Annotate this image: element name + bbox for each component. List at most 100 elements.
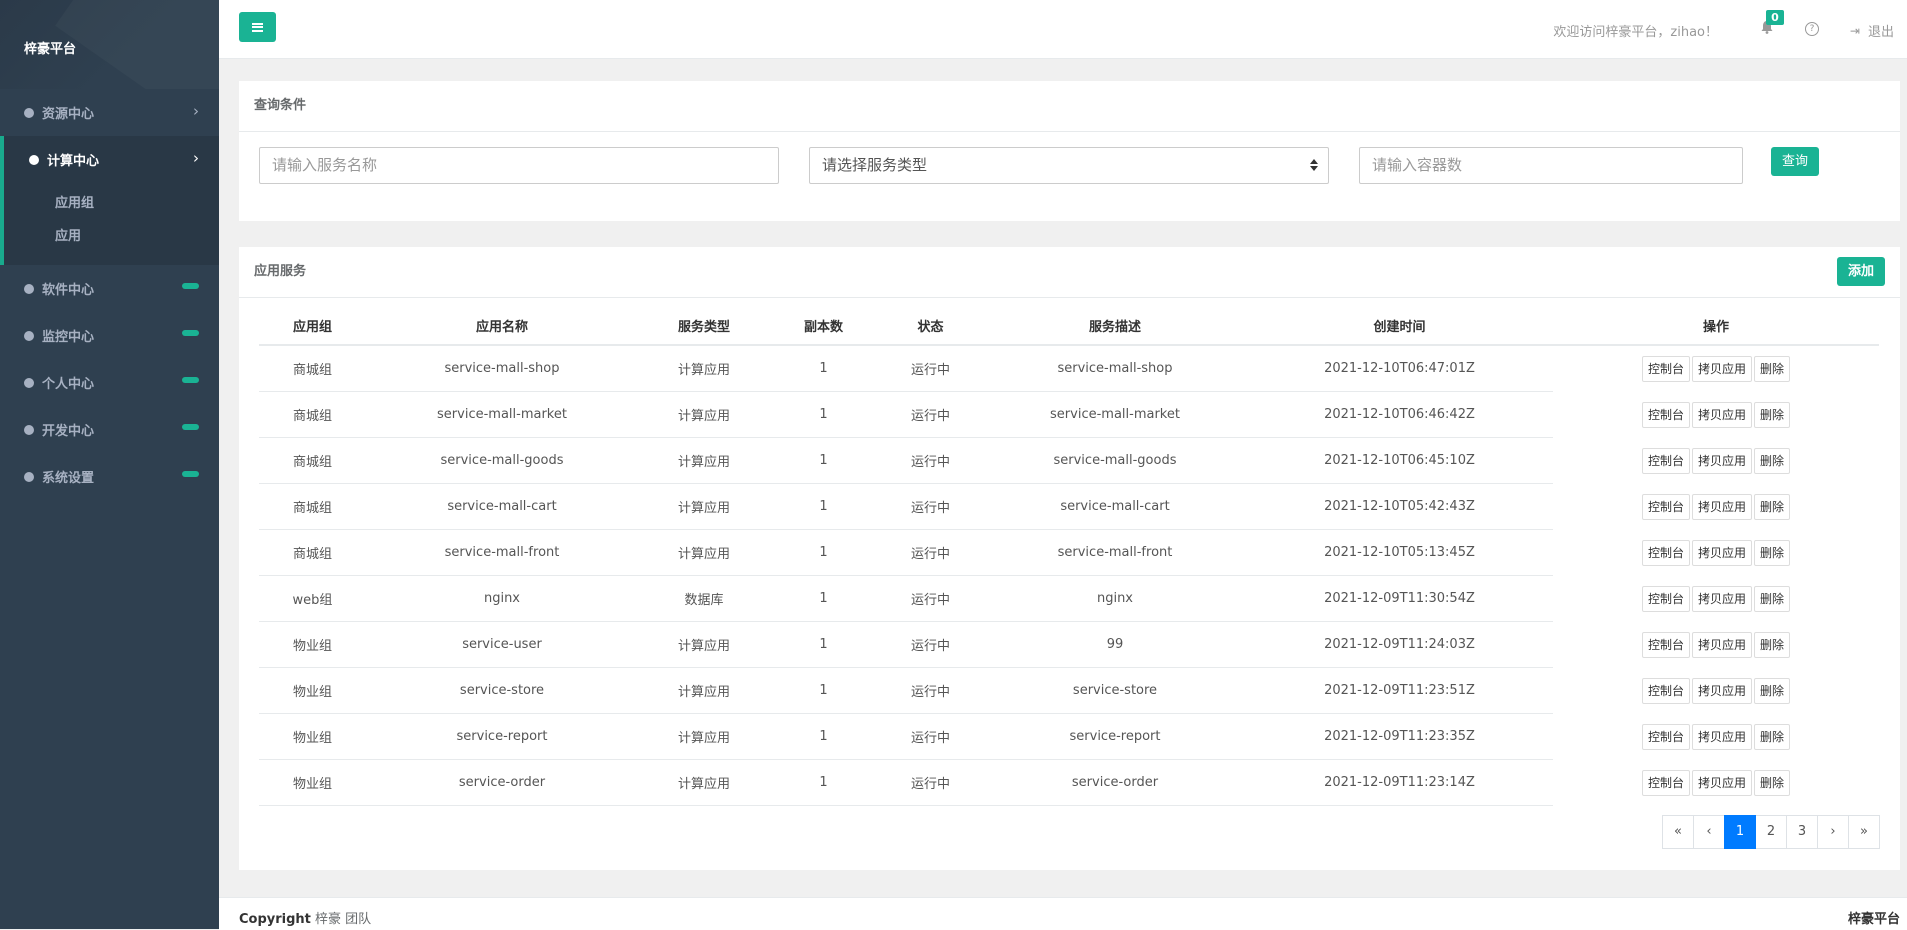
table-cell: 商城组 <box>259 529 366 576</box>
column-header: 操作 <box>1553 307 1879 346</box>
table-cell: 数据库 <box>638 575 770 622</box>
last-page-button[interactable]: » <box>1848 815 1880 849</box>
sidebar-item-label: 资源中心 <box>42 107 95 122</box>
table-cell: 2021-12-10T06:45:10Z <box>1246 437 1553 484</box>
table-cell: service-mall-goods <box>984 437 1246 484</box>
sidebar-item-label: 个人中心 <box>42 377 95 392</box>
copy-app-button[interactable]: 拷贝应用 <box>1691 585 1752 612</box>
delete-button[interactable]: 删除 <box>1754 493 1791 520</box>
delete-button[interactable]: 删除 <box>1754 355 1791 382</box>
next-page-button[interactable]: › <box>1817 815 1849 849</box>
row-actions: 控制台 拷贝应用 删除 <box>1553 345 1879 392</box>
table-cell: 1 <box>770 713 877 760</box>
copy-app-button[interactable]: 拷贝应用 <box>1691 447 1752 474</box>
first-page-button[interactable]: « <box>1662 815 1694 849</box>
column-header: 副本数 <box>770 307 877 346</box>
table-cell: 运行中 <box>877 483 984 530</box>
table-cell: 商城组 <box>259 483 366 530</box>
page-button-3[interactable]: 3 <box>1786 815 1818 849</box>
delete-button[interactable]: 删除 <box>1754 677 1791 704</box>
table-header-row: 应用组 应用名称 服务类型 副本数 状态 服务描述 创建时间 操作 <box>259 307 1879 346</box>
console-button[interactable]: 控制台 <box>1641 493 1690 520</box>
sidebar-item-personal-center[interactable]: 个人中心 <box>0 359 219 406</box>
console-button[interactable]: 控制台 <box>1641 447 1690 474</box>
copyright-owner: 梓豪 团队 <box>315 912 372 927</box>
console-button[interactable]: 控制台 <box>1641 401 1690 428</box>
console-button[interactable]: 控制台 <box>1641 539 1690 566</box>
row-actions: 控制台 拷贝应用 删除 <box>1553 622 1879 668</box>
brand-title: 梓豪平台 <box>24 42 77 57</box>
copy-app-button[interactable]: 拷贝应用 <box>1691 401 1752 428</box>
console-button[interactable]: 控制台 <box>1641 355 1690 382</box>
page-button-2[interactable]: 2 <box>1755 815 1787 849</box>
copy-app-button[interactable]: 拷贝应用 <box>1691 769 1752 796</box>
submenu-item-app[interactable]: 应用 <box>4 220 219 253</box>
copy-app-button[interactable]: 拷贝应用 <box>1691 355 1752 382</box>
footer-brand: 梓豪平台 <box>1847 912 1900 927</box>
table-cell: 运行中 <box>877 575 984 622</box>
sidebar-item-label: 软件中心 <box>42 283 95 298</box>
copy-app-button[interactable]: 拷贝应用 <box>1691 539 1752 566</box>
table-cell: 1 <box>770 345 877 392</box>
delete-button[interactable]: 删除 <box>1754 631 1791 658</box>
table-cell: 物业组 <box>259 713 366 760</box>
compute-submenu: 应用组 应用 <box>0 183 219 265</box>
sidebar-item-system-settings[interactable]: 系统设置 <box>0 453 219 500</box>
sidebar-item-label: 计算中心 <box>47 154 100 169</box>
console-button[interactable]: 控制台 <box>1641 769 1690 796</box>
table-cell: 1 <box>770 621 877 668</box>
copy-app-button[interactable]: 拷贝应用 <box>1691 723 1752 750</box>
sidebar-item-resource-center[interactable]: 资源中心 › <box>0 89 219 136</box>
delete-button[interactable]: 删除 <box>1754 447 1791 474</box>
copy-app-button[interactable]: 拷贝应用 <box>1691 493 1752 520</box>
submenu-item-app-group[interactable]: 应用组 <box>4 187 219 220</box>
table-row: 商城组 service-mall-cart 计算应用 1 运行中 service-mall… <box>259 483 1879 530</box>
menu-toggle-button[interactable] <box>239 12 276 42</box>
table-cell: service-mall-shop <box>984 345 1246 392</box>
delete-button[interactable]: 删除 <box>1754 723 1791 750</box>
page-button-1[interactable]: 1 <box>1724 815 1756 849</box>
delete-button[interactable]: 删除 <box>1754 769 1791 796</box>
console-button[interactable]: 控制台 <box>1641 723 1690 750</box>
table-cell: 1 <box>770 667 877 714</box>
sidebar-item-software-center[interactable]: 软件中心 <box>0 265 219 312</box>
table-cell: 运行中 <box>877 667 984 714</box>
logout-link[interactable]: ⇥ 退出 <box>1850 21 1894 41</box>
chevron-right-icon: › <box>193 102 199 120</box>
sidebar-item-compute-center[interactable]: 计算中心 › <box>0 136 219 183</box>
table-cell: service-report <box>366 713 638 760</box>
status-pill <box>182 471 199 477</box>
table-cell: service-mall-cart <box>984 483 1246 530</box>
service-type-select[interactable]: 请选择服务类型 <box>809 147 1329 184</box>
copy-app-button[interactable]: 拷贝应用 <box>1691 631 1752 658</box>
prev-page-button[interactable]: ‹ <box>1693 815 1725 849</box>
row-actions: 控制台 拷贝应用 删除 <box>1553 576 1879 622</box>
table-cell: 商城组 <box>259 391 366 438</box>
table-row: 商城组 service-mall-goods 计算应用 1 运行中 service-mal… <box>259 437 1879 484</box>
console-button[interactable]: 控制台 <box>1641 585 1690 612</box>
delete-button[interactable]: 删除 <box>1754 401 1791 428</box>
delete-button[interactable]: 删除 <box>1754 539 1791 566</box>
table-row: web组 nginx 数据库 1 运行中 nginx 2021-12-09T11:30:54… <box>259 575 1879 622</box>
footer: Copyright 梓豪 团队 梓豪平台 <box>219 897 1907 930</box>
table-cell: 1 <box>770 575 877 622</box>
sidebar-item-monitor-center[interactable]: 监控中心 <box>0 312 219 359</box>
table-cell: 1 <box>770 759 877 806</box>
service-name-input[interactable]: 请输入服务名称 <box>259 147 779 184</box>
table-row: 商城组 service-mall-shop 计算应用 1 运行中 service-mall… <box>259 345 1879 392</box>
console-button[interactable]: 控制台 <box>1641 677 1690 704</box>
search-button[interactable]: 查询 <box>1771 147 1819 176</box>
copy-app-button[interactable]: 拷贝应用 <box>1691 677 1752 704</box>
table-cell: 2021-12-10T05:42:43Z <box>1246 483 1553 530</box>
console-button[interactable]: 控制台 <box>1641 631 1690 658</box>
help-icon[interactable]: ? <box>1805 22 1819 36</box>
sidebar-item-dev-center[interactable]: 开发中心 <box>0 406 219 453</box>
replica-count-input[interactable]: 请输入容器数 <box>1359 147 1743 184</box>
add-button[interactable]: 添加 <box>1837 257 1885 286</box>
delete-button[interactable]: 删除 <box>1754 585 1791 612</box>
table-cell: nginx <box>366 575 638 622</box>
sidebar-brand: 梓豪平台 <box>0 0 219 89</box>
chevron-right-icon: › <box>193 149 199 167</box>
notification-count-badge: 0 <box>1766 10 1784 25</box>
column-header: 服务类型 <box>638 307 770 346</box>
